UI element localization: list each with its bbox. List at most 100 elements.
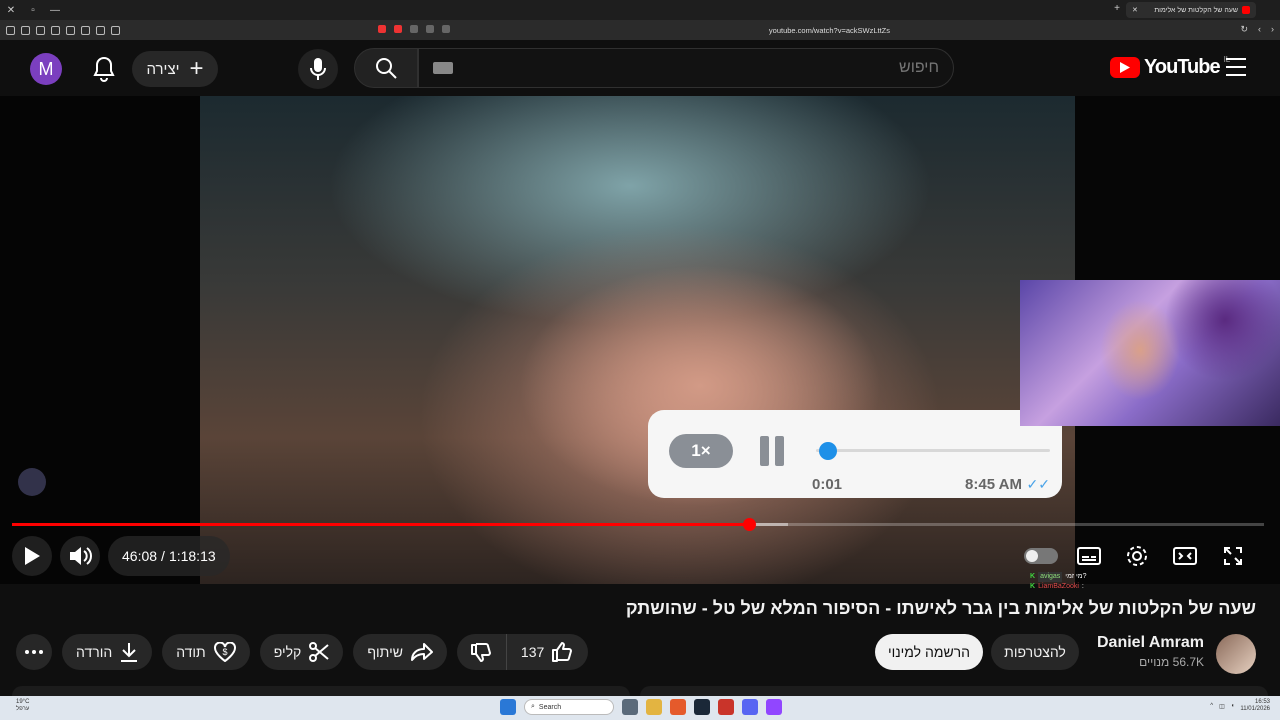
pause-icon [760, 436, 788, 466]
app-icon[interactable] [718, 699, 734, 715]
discord-icon[interactable] [742, 699, 758, 715]
play-icon [25, 547, 40, 565]
subscriber-label: מנויים [1139, 655, 1170, 669]
taskbar-search[interactable]: ⌕ Search [524, 699, 614, 715]
like-button[interactable]: 137 [507, 642, 588, 662]
file-explorer-icon[interactable] [646, 699, 662, 715]
description-panel-edge [12, 686, 630, 696]
browser-tab[interactable]: שעה של הקלטות של אלימות ✕ [1126, 2, 1256, 18]
notifications-bell-icon[interactable] [92, 56, 116, 82]
reload-icon[interactable]: ↻ [1240, 24, 1248, 35]
more-actions-button[interactable] [16, 634, 52, 670]
voice-search-button[interactable] [298, 49, 338, 89]
steam-icon[interactable] [694, 699, 710, 715]
streaming-app-icon[interactable] [766, 699, 782, 715]
chat-message: K LiamBaZooki : [1030, 582, 1150, 592]
clip-button[interactable]: קליפ [259, 634, 344, 670]
video-letterbox-left [0, 96, 200, 584]
minimize-window-icon[interactable]: — [44, 0, 66, 20]
tray-chevron-icon[interactable]: ^ [1210, 703, 1213, 709]
account-avatar[interactable]: M [30, 53, 62, 85]
keyboard-icon[interactable] [433, 62, 453, 74]
download-button[interactable]: הורדה [62, 634, 153, 670]
search-icon [376, 58, 397, 79]
theater-icon [1173, 547, 1197, 565]
close-window-icon[interactable]: ✕ [0, 0, 22, 20]
share-button[interactable]: שיתוף [353, 634, 447, 670]
youtube-logo[interactable]: YouTube IL [1110, 55, 1230, 79]
sidebar-icon[interactable] [66, 25, 75, 35]
kick-icon: K [1030, 582, 1036, 590]
plus-icon: + [189, 55, 204, 82]
forward-icon[interactable]: › [1271, 24, 1274, 35]
subtitles-button[interactable] [1072, 540, 1106, 572]
settings-button[interactable] [1120, 540, 1154, 572]
network-icon[interactable]: ◫ [1219, 703, 1225, 710]
youtube-play-logo-icon [1110, 57, 1140, 78]
weather-condition: ערפל [16, 706, 30, 713]
video-player[interactable]: 1× 0:01 8:45 AM ✓✓ 46:08 / 1:18:13 [0, 96, 1280, 584]
dislike-button[interactable] [457, 634, 507, 670]
subscribe-button[interactable]: הרשמה למינוי [875, 634, 983, 670]
progress-played [12, 523, 750, 526]
fullscreen-button[interactable] [1216, 540, 1250, 572]
wallet-icon[interactable] [96, 25, 105, 35]
channel-avatar[interactable] [1216, 634, 1256, 674]
autoplay-toggle[interactable] [1024, 540, 1058, 572]
channel-name[interactable]: Daniel Amram [1097, 634, 1204, 652]
start-menu-icon[interactable] [500, 699, 516, 715]
clock-time: 16:53 [1254, 699, 1270, 705]
search-input[interactable] [499, 59, 939, 77]
heart-dollar-icon: $ [213, 642, 236, 662]
chat-username: avigas [1038, 572, 1063, 582]
video-frame [200, 96, 1075, 584]
subtitles-icon [1077, 547, 1101, 565]
guide-menu-icon[interactable] [1226, 58, 1246, 76]
progress-bar[interactable] [12, 518, 1264, 531]
fullscreen-icon [1224, 547, 1242, 565]
logo-wordmark: YouTube [1144, 56, 1221, 78]
scissors-icon [309, 642, 329, 662]
download-icon [121, 643, 138, 662]
duration: 1:18:13 [168, 548, 216, 564]
thanks-label: תודה [176, 644, 206, 660]
channel-watermark-logo[interactable] [18, 468, 46, 496]
brave-browser-icon[interactable] [670, 699, 686, 715]
theater-mode-button[interactable] [1168, 540, 1202, 572]
search-field [418, 48, 954, 88]
voice-message-elapsed: 0:01 [812, 476, 843, 493]
chat-username: LiamBaZooki [1038, 582, 1079, 590]
more-horizontal-icon [25, 650, 43, 654]
voice-message-time: 8:45 AM [965, 476, 1022, 493]
speaker-icon[interactable]: ◖ [1231, 703, 1235, 709]
new-tab-button[interactable]: + [1114, 3, 1120, 14]
comments-panel-edge [640, 686, 1268, 696]
weather-widget[interactable]: 19°C ערפל [16, 699, 29, 713]
restore-window-icon[interactable]: ▫ [22, 0, 44, 20]
extensions-icon[interactable] [111, 25, 120, 35]
mute-button[interactable] [60, 536, 100, 576]
autoplay-switch-icon [1024, 548, 1058, 564]
play-button[interactable] [12, 536, 52, 576]
menu-icon[interactable] [6, 25, 15, 35]
bookmarks-icon[interactable] [51, 25, 60, 35]
clock[interactable]: 16:53 11/01/2026 [1240, 699, 1270, 713]
browser-toolbar: youtube.com/watch?v=ackSWzLttZs ↻ ‹ › [0, 20, 1280, 40]
shield-icon[interactable] [21, 25, 30, 35]
address-bar[interactable]: youtube.com/watch?v=ackSWzLttZs [370, 22, 930, 38]
like-count: 137 [520, 644, 545, 660]
share-label: שיתוף [367, 644, 403, 660]
back-icon[interactable]: ‹ [1258, 24, 1261, 35]
tab-close-icon[interactable]: ✕ [1132, 6, 1138, 14]
create-button[interactable]: יצירה + [132, 51, 218, 87]
thanks-button[interactable]: תודה $ [162, 634, 250, 670]
volume-icon [70, 547, 92, 565]
current-time: 46:08 [122, 548, 158, 564]
join-button[interactable]: להצטרפות [991, 634, 1079, 670]
windows-taskbar: 19°C ערפל ⌕ Search ^ ◫ ◖ 16:53 11/01/202… [0, 696, 1280, 720]
history-icon[interactable] [36, 25, 45, 35]
task-view-icon[interactable] [622, 699, 638, 715]
search-button[interactable] [354, 48, 418, 88]
music-icon[interactable] [81, 25, 90, 35]
subscriber-number: 56.7K [1172, 655, 1204, 669]
